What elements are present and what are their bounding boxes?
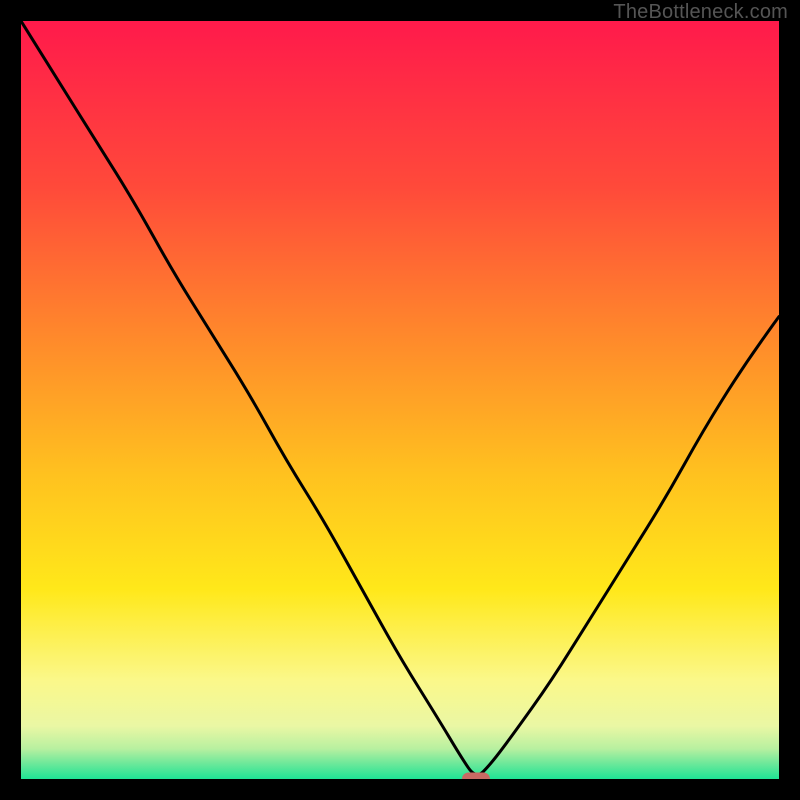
plot-area (21, 21, 779, 779)
background-gradient (21, 21, 779, 779)
optimal-marker (462, 773, 490, 780)
chart-frame: TheBottleneck.com (0, 0, 800, 800)
watermark: TheBottleneck.com (613, 1, 788, 24)
